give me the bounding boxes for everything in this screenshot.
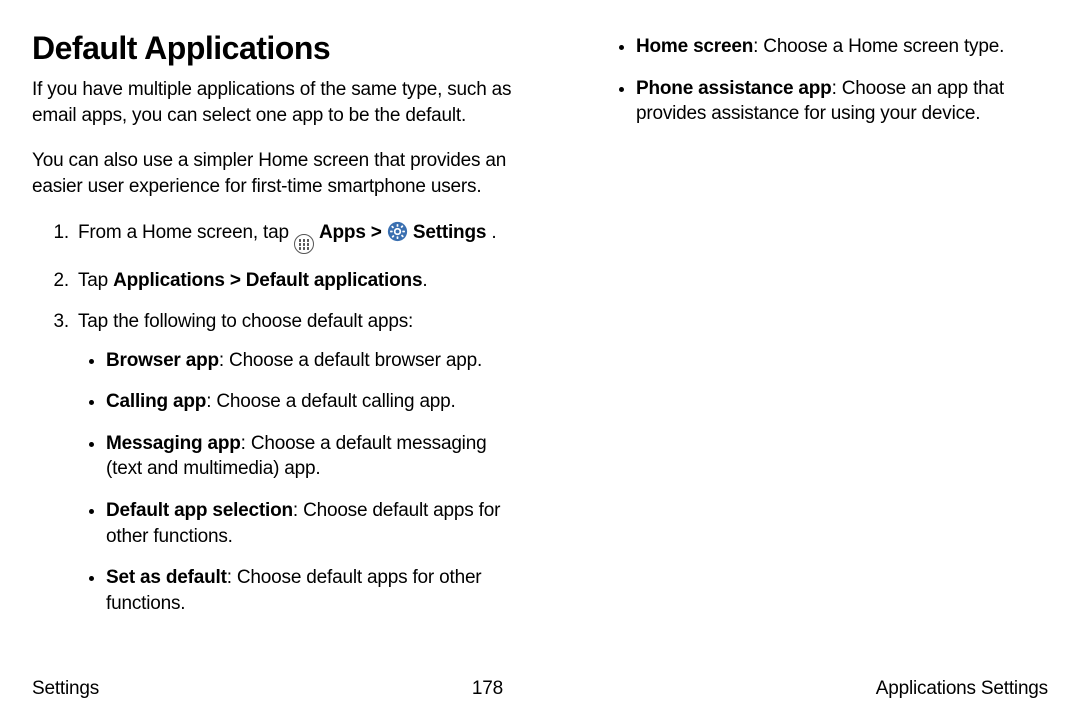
step1-apps: Apps <box>319 222 366 243</box>
bullet-calling-app: Calling app: Choose a default calling ap… <box>106 389 512 415</box>
right-column: Home screen: Choose a Home screen type. … <box>568 30 1048 670</box>
intro-paragraph-2: You can also use a simpler Home screen t… <box>32 148 512 199</box>
bullet-term: Browser app <box>106 350 219 371</box>
apps-icon <box>294 224 314 255</box>
bullet-term: Phone assistance app <box>636 78 832 99</box>
bullet-term: Default app selection <box>106 500 293 521</box>
step1-sep: > <box>371 222 387 243</box>
page-title: Default Applications <box>32 30 512 67</box>
bullet-term: Home screen <box>636 36 753 57</box>
bullet-default-app-selection: Default app selection: Choose default ap… <box>106 498 512 549</box>
gear-icon <box>387 221 408 251</box>
step-3: Tap the following to choose default apps… <box>74 309 512 617</box>
step1-end: . <box>491 222 496 243</box>
bullet-desc: : Choose a default browser app. <box>219 350 482 371</box>
bullet-term: Calling app <box>106 391 206 412</box>
bullet-set-as-default: Set as default: Choose default apps for … <box>106 565 512 616</box>
document-page: Default Applications If you have multipl… <box>0 0 1080 720</box>
step-1: From a Home screen, tap Apps > <box>74 220 512 255</box>
left-column: Default Applications If you have multipl… <box>32 30 512 670</box>
step3-bullets: Browser app: Choose a default browser ap… <box>78 348 512 617</box>
page-footer: Settings 178 Applications Settings <box>32 670 1048 700</box>
bullet-phone-assistance-app: Phone assistance app: Choose an app that… <box>636 76 1048 127</box>
step-2: Tap Applications > Default applications. <box>74 268 512 295</box>
bullet-desc: : Choose a default calling app. <box>206 391 455 412</box>
footer-left: Settings <box>32 678 99 700</box>
footer-right: Applications Settings <box>876 678 1048 700</box>
footer-page-number: 178 <box>472 678 503 700</box>
bullet-messaging-app: Messaging app: Choose a default messagin… <box>106 431 512 482</box>
bullet-term: Set as default <box>106 567 227 588</box>
bullet-browser-app: Browser app: Choose a default browser ap… <box>106 348 512 374</box>
two-column-body: Default Applications If you have multipl… <box>32 30 1048 670</box>
bullet-term: Messaging app <box>106 433 241 454</box>
steps-list: From a Home screen, tap Apps > <box>32 220 512 617</box>
step1-pre: From a Home screen, tap <box>78 222 294 243</box>
step1-settings: Settings <box>413 222 486 243</box>
step3-text: Tap the following to choose default apps… <box>78 311 413 332</box>
intro-paragraph-1: If you have multiple applications of the… <box>32 77 512 128</box>
bullet-desc: : Choose a Home screen type. <box>753 36 1004 57</box>
step2-bold: Applications > Default applications <box>113 270 422 291</box>
step2-pre: Tap <box>78 270 113 291</box>
bullet-home-screen: Home screen: Choose a Home screen type. <box>636 34 1048 60</box>
step2-end: . <box>422 270 427 291</box>
right-bullets: Home screen: Choose a Home screen type. … <box>568 34 1048 127</box>
